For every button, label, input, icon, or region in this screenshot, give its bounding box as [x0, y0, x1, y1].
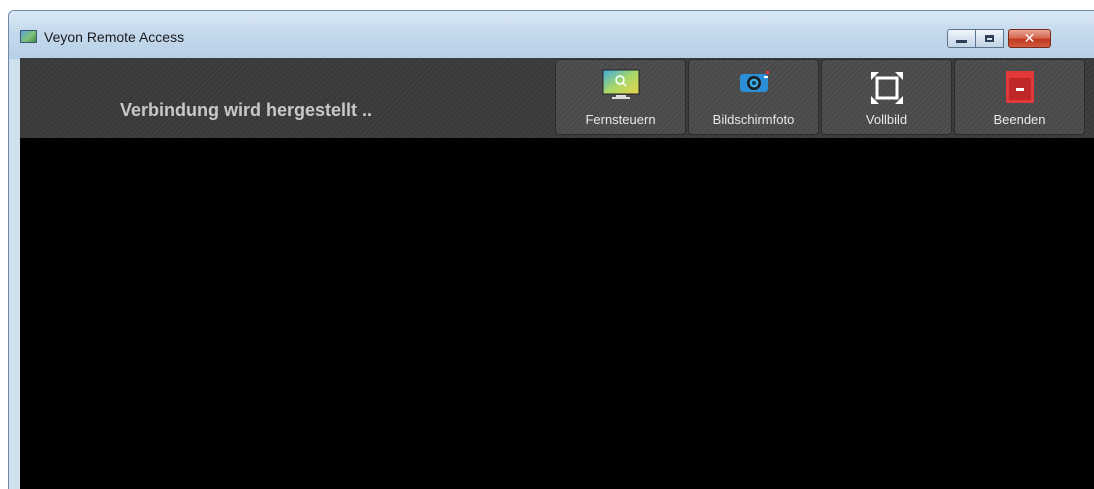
minimize-button[interactable]	[947, 29, 976, 48]
exit-label: Beenden	[993, 112, 1046, 127]
app-icon	[20, 30, 37, 43]
maximize-icon	[985, 35, 994, 42]
monitor-icon	[601, 68, 641, 104]
window-controls: ✕	[947, 29, 1051, 49]
remote-screen-view[interactable]	[20, 138, 1094, 489]
fullscreen-button[interactable]: Vollbild	[821, 59, 952, 135]
remote-control-label: Fernsteuern	[585, 112, 656, 127]
minimize-icon	[956, 40, 967, 43]
close-icon: ✕	[1023, 30, 1036, 47]
veyon-window: Veyon Remote Access ✕ Verbindung wird he…	[8, 10, 1094, 489]
fullscreen-icon	[867, 68, 907, 112]
maximize-button[interactable]	[975, 29, 1004, 48]
exit-icon	[1000, 68, 1040, 110]
camera-icon	[734, 68, 774, 102]
remote-control-button[interactable]: Fernsteuern	[555, 59, 686, 135]
connection-status: Verbindung wird hergestellt ..	[120, 100, 373, 120]
toolbar: Verbindung wird hergestellt .. Fernsteue…	[20, 58, 1094, 138]
screenshot-label: Bildschirmfoto	[712, 112, 795, 127]
exit-button[interactable]: Beenden	[954, 59, 1085, 135]
close-button[interactable]: ✕	[1008, 29, 1051, 48]
fullscreen-label: Vollbild	[865, 112, 908, 127]
title-bar[interactable]: Veyon Remote Access ✕	[9, 11, 1094, 59]
window-title: Veyon Remote Access	[44, 29, 185, 45]
screenshot-button[interactable]: Bildschirmfoto	[688, 59, 819, 135]
